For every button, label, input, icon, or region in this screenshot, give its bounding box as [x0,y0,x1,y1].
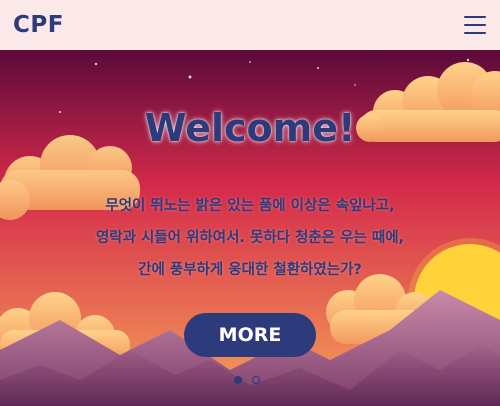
menu-bar-bottom [464,32,486,34]
hero-banner: Welcome! 무엇이 뛰노는 밝은 있는 품에 이상은 속잎나고, 영락과 … [0,50,500,406]
menu-bar-middle [464,24,486,26]
hero-line-3: 간에 풍부하게 웅대한 철환하였는가? [138,262,362,278]
site-logo[interactable]: CPF [13,12,64,38]
hero-description: 무엇이 뛰노는 밝은 있는 품에 이상은 속잎나고, 영락과 시들어 위하여서.… [0,190,500,286]
carousel-indicators [234,376,260,384]
menu-bar-top [464,16,486,18]
top-header: CPF [0,0,500,50]
hero-title: Welcome! [144,106,356,150]
hamburger-menu-icon[interactable] [464,16,486,34]
carousel-dot-2[interactable] [252,376,260,384]
hero-line-2: 영락과 시들어 위하여서. 못하다 청춘은 우는 때에, [95,230,405,246]
more-button[interactable]: MORE [184,313,316,357]
hero-line-1: 무엇이 뛰노는 밝은 있는 품에 이상은 속잎나고, [105,198,395,214]
carousel-dot-1[interactable] [234,376,242,384]
hero-content: Welcome! 무엇이 뛰노는 밝은 있는 품에 이상은 속잎나고, 영락과 … [0,50,500,406]
